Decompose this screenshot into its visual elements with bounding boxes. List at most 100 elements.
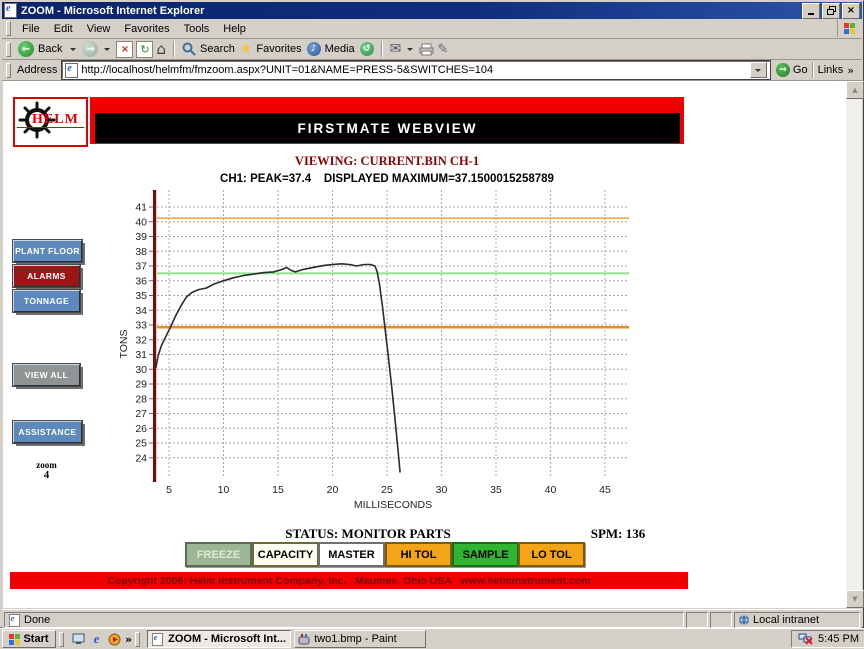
edit-icon[interactable]: ✎ (437, 43, 448, 56)
y-tick-label: 37 (135, 261, 147, 273)
separator (173, 41, 175, 57)
scroll-down-button[interactable]: ▼ (846, 590, 864, 608)
show-desktop-icon[interactable] (71, 632, 86, 647)
helm-logo: HELM (13, 97, 88, 147)
done-icon: e (8, 613, 21, 627)
y-tick-label: 27 (135, 408, 147, 420)
search-icon[interactable] (182, 42, 196, 56)
back-label[interactable]: Back (38, 43, 62, 55)
taskbar-window-ie[interactable]: e ZOOM - Microsoft Int... (147, 630, 292, 648)
separator (380, 41, 383, 57)
y-tick-label: 25 (135, 438, 147, 450)
y-tick-label: 36 (135, 275, 147, 287)
quicklaunch-overflow-chevron[interactable]: » (125, 633, 132, 646)
zoom-level-note: zoom 4 (13, 460, 80, 481)
forward-dropdown-icon[interactable] (104, 47, 111, 51)
vertical-scrollbar[interactable]: ▲ ▼ (846, 81, 864, 608)
y-axis-title: TONS (118, 330, 130, 359)
menu-items: File Edit View Favorites Tools Help (15, 21, 253, 37)
menu-file[interactable]: File (15, 21, 47, 37)
network-disconnected-icon[interactable] (798, 633, 813, 645)
quicklaunch-grip[interactable] (59, 631, 64, 647)
page-icon: e (65, 62, 79, 78)
address-dropdown-button[interactable] (749, 62, 767, 78)
toolbar-grip[interactable] (6, 41, 11, 57)
ie-task-icon: e (152, 632, 164, 646)
address-input[interactable]: e http://localhost/helmfm/fmzoom.aspx?UN… (61, 60, 771, 80)
back-dropdown-icon[interactable] (70, 47, 77, 51)
menu-tools[interactable]: Tools (177, 21, 217, 37)
banner-black-bar: FIRSTMATE WEBVIEW (95, 113, 680, 143)
scroll-up-button[interactable]: ▲ (846, 81, 864, 99)
y-tick-label: 30 (135, 364, 147, 376)
favorites-label[interactable]: Favorites (256, 43, 301, 55)
restore-button[interactable] (822, 2, 840, 19)
window-title: ZOOM - Microsoft Internet Explorer (21, 4, 205, 17)
taskbar-window-paint[interactable]: two1.bmp - Paint (294, 630, 427, 648)
sample-button[interactable]: SAMPLE (452, 542, 519, 567)
start-button[interactable]: Start (2, 630, 56, 648)
media-label[interactable]: Media (325, 43, 355, 55)
media-player-quicklaunch-icon[interactable] (107, 632, 122, 647)
x-tick-label: 10 (218, 484, 230, 496)
menu-bar: File Edit View Favorites Tools Help (2, 19, 862, 39)
links-chevron-icon[interactable]: » (847, 64, 854, 77)
menu-grip[interactable] (6, 21, 11, 36)
go-icon[interactable]: → (775, 63, 790, 77)
sidebar-button-assistance[interactable]: ASSISTANCE (12, 420, 83, 444)
mail-dropdown-icon[interactable] (407, 47, 414, 51)
links-label[interactable]: Links (818, 64, 844, 76)
window-controls: × (800, 2, 860, 19)
x-tick-label: 20 (327, 484, 339, 496)
hi-tol-button[interactable]: HI TOL (385, 542, 452, 567)
copyright-bar: Copyright 2006: Helm Instrument Company,… (10, 572, 688, 589)
stop-icon[interactable]: × (116, 40, 134, 58)
address-bar: Address e http://localhost/helmfm/fmzoom… (2, 60, 862, 81)
restore-icon (826, 6, 836, 15)
y-tick-label: 28 (135, 393, 147, 405)
mail-icon[interactable]: ✉ (390, 42, 402, 56)
master-button[interactable]: MASTER (318, 542, 385, 567)
y-tick-label: 24 (135, 452, 147, 464)
y-tick-label: 41 (135, 202, 147, 214)
desktop: { "window_title": "ZOOM - Microsoft Inte… (0, 0, 864, 649)
clock[interactable]: 5:45 PM (818, 633, 859, 645)
go-label[interactable]: Go (793, 64, 808, 76)
history-icon[interactable]: ↺ (359, 42, 374, 56)
favorites-icon[interactable]: ★ (240, 42, 253, 56)
capacity-button[interactable]: CAPACITY (252, 542, 319, 567)
refresh-icon[interactable]: ↻ (136, 40, 154, 58)
address-grip[interactable] (6, 62, 11, 78)
toolbar: ← Back → × ↻ ⌂ Search ★ Favorites ♪ Medi… (2, 39, 862, 60)
forward-icon[interactable]: → (82, 41, 99, 57)
sidebar-button-view-all[interactable]: VIEW ALL (12, 363, 81, 387)
header-banner: FIRSTMATE WEBVIEW (90, 97, 684, 144)
print-icon[interactable] (419, 43, 434, 56)
x-tick-label: 25 (381, 484, 393, 496)
home-icon[interactable]: ⌂ (156, 41, 166, 56)
menu-help[interactable]: Help (216, 21, 253, 37)
start-label: Start (23, 633, 49, 645)
banner-title: FIRSTMATE WEBVIEW (297, 120, 478, 136)
back-icon[interactable]: ← (18, 41, 34, 57)
address-url[interactable]: http://localhost/helmfm/fmzoom.aspx?UNIT… (81, 64, 493, 76)
close-button[interactable]: × (842, 2, 860, 19)
page-content: HELM FIRSTMATE WEBVIEW VIEWING: CURRENT.… (3, 81, 846, 608)
menu-favorites[interactable]: Favorites (117, 21, 176, 37)
sidebar-button-plant-floor[interactable]: PLANT FLOOR (12, 239, 83, 263)
sidebar-button-alarms[interactable]: ALARMS (12, 264, 81, 288)
sidebar-button-tonnage[interactable]: TONNAGE (12, 289, 81, 313)
task1-label: ZOOM - Microsoft Int... (168, 633, 287, 645)
menu-view[interactable]: View (80, 21, 118, 37)
x-axis-title: MILLISECONDS (354, 499, 432, 511)
tasks-grip[interactable] (135, 631, 141, 647)
ie-quicklaunch-icon[interactable]: e (89, 631, 104, 647)
lo-tol-button[interactable]: LO TOL (518, 542, 585, 567)
y-tick-label: 35 (135, 290, 147, 302)
y-tick-label: 34 (135, 305, 147, 317)
search-label[interactable]: Search (200, 43, 235, 55)
minimize-button[interactable] (802, 2, 820, 19)
menu-edit[interactable]: Edit (47, 21, 80, 37)
media-icon[interactable]: ♪ (306, 42, 321, 56)
freeze-button[interactable]: FREEZE (185, 542, 252, 567)
